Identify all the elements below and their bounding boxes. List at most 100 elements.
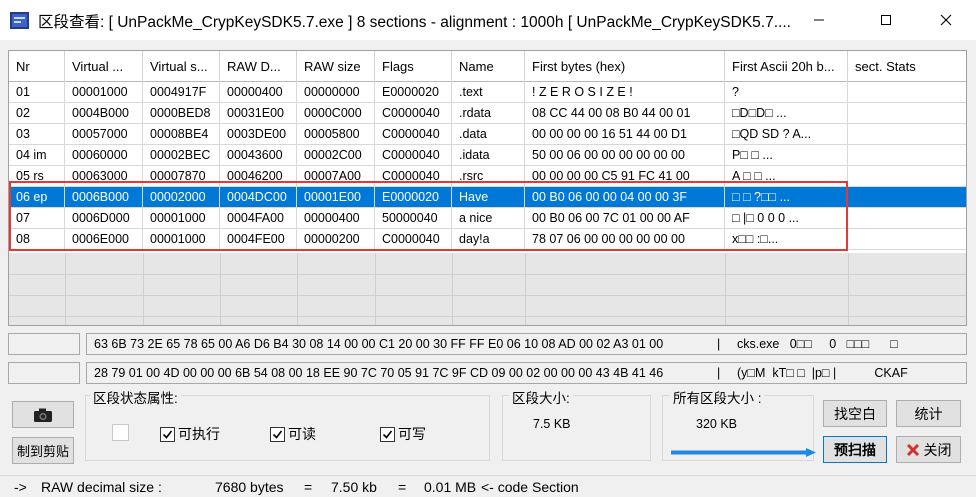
table-cell-nr: 05 rs bbox=[9, 166, 65, 187]
hex-line-1-separator: | bbox=[717, 337, 721, 351]
column-header-virtual-size[interactable]: Virtual s... bbox=[143, 51, 220, 82]
status-equals-2: = bbox=[398, 479, 407, 495]
hex-line-2-separator: | bbox=[717, 366, 721, 380]
close-button-label: 关闭 bbox=[923, 441, 952, 458]
writable-checkbox[interactable]: 可写 bbox=[380, 424, 426, 444]
table-cell-rawsize: 00000400 bbox=[297, 208, 375, 229]
close-button[interactable]: 关闭 bbox=[896, 436, 961, 463]
status-equals-1: = bbox=[304, 479, 313, 495]
statistics-button[interactable]: 统计 bbox=[896, 400, 961, 427]
table-cell-nr: 08 bbox=[9, 229, 65, 250]
column-header-nr[interactable]: Nr bbox=[9, 51, 65, 82]
table-cell-name: day!a bbox=[452, 229, 525, 250]
table-row[interactable]: 06 ep 0006B000 00002000 0004DC00 00001E00 E00… bbox=[9, 187, 966, 208]
table-cell-flags: C0000040 bbox=[375, 166, 452, 187]
grid-line bbox=[848, 253, 849, 325]
status-label: RAW decimal size : bbox=[41, 479, 162, 495]
table-cell-vsize: 00008BE4 bbox=[143, 124, 220, 145]
grid-line bbox=[525, 253, 526, 325]
table-cell-ascii: □QD SD ? A... bbox=[725, 124, 848, 145]
table-cell-stats bbox=[848, 103, 966, 124]
column-header-first-bytes[interactable]: First bytes (hex) bbox=[525, 51, 725, 82]
table-cell-vsize: 00002BEC bbox=[143, 145, 220, 166]
table-cell-vaddr: 00063000 bbox=[65, 166, 143, 187]
table-cell-name: a nice bbox=[452, 208, 525, 229]
table-row[interactable]: 04 im 00060000 00002BEC 00043600 00002C00 C00… bbox=[9, 145, 966, 166]
table-cell-hex: 08 CC 44 00 08 B0 44 00 01 bbox=[525, 103, 725, 124]
column-header-first-ascii[interactable]: First Ascii 20h b... bbox=[725, 51, 848, 82]
table-cell-rawsize: 00001E00 bbox=[297, 187, 375, 208]
table-header: Nr Virtual ... Virtual s... RAW D... RAW… bbox=[9, 51, 966, 82]
table-cell-rawsize: 00002C00 bbox=[297, 145, 375, 166]
grid-line bbox=[9, 295, 966, 296]
table-row[interactable]: 02 0004B000 0000BED8 00031E00 0000C000 C00000… bbox=[9, 103, 966, 124]
table-cell-name: .text bbox=[452, 82, 525, 103]
hex-line-2-content: 28 79 01 00 4D 00 00 00 6B 54 08 00 18 E… bbox=[86, 362, 967, 384]
all-sections-size-value: 320 KB bbox=[696, 417, 738, 431]
table-cell-rawsize: 0000C000 bbox=[297, 103, 375, 124]
table-row[interactable]: 01 00001000 0004917F 00000400 00000000 E00000… bbox=[9, 82, 966, 103]
table-cell-nr: 01 bbox=[9, 82, 65, 103]
camera-button[interactable] bbox=[12, 401, 74, 428]
check-icon bbox=[160, 426, 175, 442]
close-window-button[interactable] bbox=[923, 0, 969, 40]
table-cell-nr: 06 ep bbox=[9, 187, 65, 208]
table-cell-nr: 02 bbox=[9, 103, 65, 124]
status-kb: 7.50 kb bbox=[331, 479, 377, 495]
prescan-button[interactable]: 预扫描 bbox=[823, 436, 887, 463]
table-cell-stats bbox=[848, 208, 966, 229]
hex-line-2-offset-box bbox=[8, 362, 80, 384]
table-cell-flags: C0000040 bbox=[375, 103, 452, 124]
sections-table[interactable]: Nr Virtual ... Virtual s... RAW D... RAW… bbox=[8, 50, 967, 326]
table-cell-stats bbox=[848, 229, 966, 250]
maximize-button[interactable] bbox=[863, 0, 909, 40]
column-header-virtual-address[interactable]: Virtual ... bbox=[65, 51, 143, 82]
table-cell-rawd: 0004FA00 bbox=[220, 208, 297, 229]
camera-icon bbox=[34, 408, 52, 422]
unlabeled-checkbox[interactable] bbox=[112, 424, 132, 441]
column-header-flags[interactable]: Flags bbox=[375, 51, 452, 82]
table-cell-name: .idata bbox=[452, 145, 525, 166]
hex-line-2-ascii: (y□M kT□ □ |p□ | CKAF bbox=[737, 366, 908, 380]
status-note: <- code Section bbox=[481, 479, 579, 495]
table-cell-ascii: ? bbox=[725, 82, 848, 103]
table-cell-vaddr: 0006D000 bbox=[65, 208, 143, 229]
column-header-sect-stats[interactable]: sect. Stats bbox=[848, 51, 966, 82]
column-header-name[interactable]: Name bbox=[452, 51, 525, 82]
table-cell-nr: 07 bbox=[9, 208, 65, 229]
table-cell-stats bbox=[848, 124, 966, 145]
title-bar: 区段查看: [ UnPackMe_CrypKeySDK5.7.exe ] 8 s… bbox=[0, 0, 976, 40]
all-sections-size-label: 所有区段大小 : bbox=[670, 387, 765, 407]
hex-line-2-hex: 28 79 01 00 4D 00 00 00 6B 54 08 00 18 E… bbox=[94, 366, 664, 380]
hex-line-1-content: 63 6B 73 2E 65 78 65 00 A6 D6 B4 30 08 1… bbox=[86, 333, 967, 355]
grid-line bbox=[375, 253, 376, 325]
table-row[interactable]: 07 0006D000 00001000 0004FA00 00000400 500000… bbox=[9, 208, 966, 229]
status-bytes: 7680 bytes bbox=[215, 479, 284, 495]
readable-checkbox[interactable]: 可读 bbox=[270, 424, 316, 444]
column-header-raw-size[interactable]: RAW size bbox=[297, 51, 375, 82]
table-cell-vsize: 00001000 bbox=[143, 208, 220, 229]
minimize-button[interactable] bbox=[796, 0, 842, 40]
table-cell-ascii: □ □ ?□□ ... bbox=[725, 187, 848, 208]
table-row[interactable]: 05 rs 00063000 00007870 00046200 00007A00 C00… bbox=[9, 166, 966, 187]
section-size-label: 区段大小: bbox=[509, 387, 573, 407]
table-row[interactable]: 08 0006E000 00001000 0004FE00 00000200 C00000… bbox=[9, 229, 966, 250]
readable-label: 可读 bbox=[288, 426, 316, 442]
table-cell-ascii: A □ □ ... bbox=[725, 166, 848, 187]
find-blank-button[interactable]: 找空白 bbox=[823, 400, 887, 427]
table-row[interactable]: 03 00057000 00008BE4 0003DE00 00005800 C00000… bbox=[9, 124, 966, 145]
table-cell-vaddr: 0004B000 bbox=[65, 103, 143, 124]
column-header-raw-data[interactable]: RAW D... bbox=[220, 51, 297, 82]
status-arrow: -> bbox=[14, 479, 27, 495]
table-cell-rawd: 00031E00 bbox=[220, 103, 297, 124]
table-cell-ascii: x□□ :□... bbox=[725, 229, 848, 250]
table-cell-nr: 04 im bbox=[9, 145, 65, 166]
hex-line-1: 63 6B 73 2E 65 78 65 00 A6 D6 B4 30 08 1… bbox=[8, 333, 967, 355]
table-cell-rawsize: 00007A00 bbox=[297, 166, 375, 187]
executable-checkbox[interactable]: 可执行 bbox=[160, 424, 220, 444]
table-cell-vaddr: 0006E000 bbox=[65, 229, 143, 250]
table-cell-hex: 78 07 06 00 00 00 00 00 00 bbox=[525, 229, 725, 250]
copy-to-clipboard-button[interactable]: 制到剪贴 bbox=[12, 437, 74, 464]
table-cell-rawsize: 00005800 bbox=[297, 124, 375, 145]
executable-label: 可执行 bbox=[178, 426, 220, 442]
